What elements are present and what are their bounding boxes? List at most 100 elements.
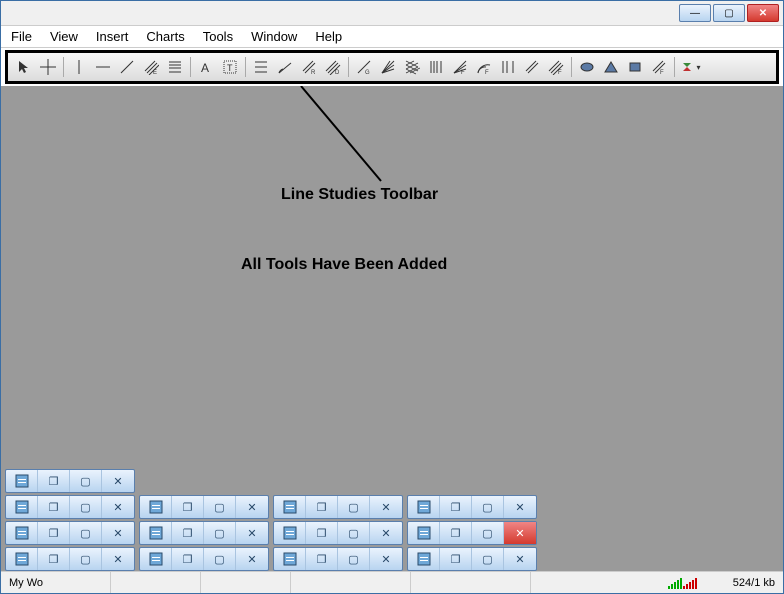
- child-maximize-button[interactable]: ▢: [204, 522, 236, 544]
- fibo-arc-tool[interactable]: F: [472, 56, 496, 78]
- child-maximize-button[interactable]: ▢: [204, 496, 236, 518]
- child-close-button[interactable]: ✕: [504, 548, 536, 570]
- child-maximize-button[interactable]: ▢: [70, 470, 102, 492]
- child-window[interactable]: ❐▢✕: [407, 547, 537, 571]
- child-window[interactable]: ❐▢✕: [407, 495, 537, 519]
- child-window[interactable]: ❐▢✕: [5, 521, 135, 545]
- child-window-icon[interactable]: [140, 548, 172, 570]
- child-close-button[interactable]: ✕: [370, 496, 402, 518]
- child-maximize-button[interactable]: ▢: [70, 548, 102, 570]
- child-window[interactable]: ❐▢✕: [139, 521, 269, 545]
- gann-line-tool[interactable]: G: [352, 56, 376, 78]
- child-close-button[interactable]: ✕: [370, 548, 402, 570]
- child-window[interactable]: ❐▢✕: [407, 521, 537, 545]
- child-restore-button[interactable]: ❐: [440, 548, 472, 570]
- child-window-icon[interactable]: [408, 548, 440, 570]
- text-tool[interactable]: A: [194, 56, 218, 78]
- andrews-pitchfork-tool[interactable]: F: [544, 56, 568, 78]
- child-maximize-button[interactable]: ▢: [472, 522, 504, 544]
- child-window-icon[interactable]: [6, 522, 38, 544]
- child-maximize-button[interactable]: ▢: [70, 496, 102, 518]
- maximize-button[interactable]: ▢: [713, 4, 745, 22]
- child-window[interactable]: ❐▢✕: [139, 547, 269, 571]
- child-restore-button[interactable]: ❐: [38, 522, 70, 544]
- triangle-tool[interactable]: [599, 56, 623, 78]
- child-restore-button[interactable]: ❐: [38, 470, 70, 492]
- fibo-fan-tool[interactable]: F: [448, 56, 472, 78]
- child-maximize-button[interactable]: ▢: [338, 548, 370, 570]
- child-maximize-button[interactable]: ▢: [472, 496, 504, 518]
- cycle-lines-tool[interactable]: [575, 56, 599, 78]
- child-window-icon[interactable]: [6, 496, 38, 518]
- horizontal-line-tool[interactable]: [91, 56, 115, 78]
- child-restore-button[interactable]: ❐: [440, 496, 472, 518]
- child-window-icon[interactable]: [408, 522, 440, 544]
- child-restore-button[interactable]: ❐: [306, 522, 338, 544]
- child-close-button[interactable]: ✕: [236, 548, 268, 570]
- vertical-line-tool[interactable]: [67, 56, 91, 78]
- child-window-icon[interactable]: [6, 470, 38, 492]
- child-close-button[interactable]: ✕: [102, 496, 134, 518]
- fibo-channel-tool[interactable]: [424, 56, 448, 78]
- child-window-icon[interactable]: [274, 548, 306, 570]
- cursor-tool[interactable]: [12, 56, 36, 78]
- fibo-time-zones-tool[interactable]: [520, 56, 544, 78]
- menu-tools[interactable]: Tools: [203, 29, 233, 44]
- child-window[interactable]: ❐▢✕: [273, 547, 403, 571]
- child-close-button[interactable]: ✕: [236, 496, 268, 518]
- child-window-icon[interactable]: [408, 496, 440, 518]
- child-close-button[interactable]: ✕: [102, 548, 134, 570]
- menu-view[interactable]: View: [50, 29, 78, 44]
- menu-file[interactable]: File: [11, 29, 32, 44]
- minimize-button[interactable]: —: [679, 4, 711, 22]
- child-window-icon[interactable]: [6, 548, 38, 570]
- child-close-button[interactable]: ✕: [370, 522, 402, 544]
- child-close-button[interactable]: ✕: [102, 522, 134, 544]
- child-maximize-button[interactable]: ▢: [338, 522, 370, 544]
- child-restore-button[interactable]: ❐: [306, 548, 338, 570]
- fibo-expansion-tool[interactable]: [496, 56, 520, 78]
- arrows-tool[interactable]: ▾: [678, 56, 702, 78]
- child-close-button[interactable]: ✕: [504, 522, 536, 544]
- child-window[interactable]: ❐▢✕: [273, 521, 403, 545]
- child-window-icon[interactable]: [274, 522, 306, 544]
- child-restore-button[interactable]: ❐: [172, 522, 204, 544]
- child-restore-button[interactable]: ❐: [38, 496, 70, 518]
- gann-grid-tool[interactable]: [400, 56, 424, 78]
- rectangle-tool[interactable]: [623, 56, 647, 78]
- trend-by-angle-tool[interactable]: [273, 56, 297, 78]
- child-window[interactable]: ❐▢✕: [273, 495, 403, 519]
- fibo-zone-tool[interactable]: F: [647, 56, 671, 78]
- trendline-tool[interactable]: [115, 56, 139, 78]
- child-maximize-button[interactable]: ▢: [472, 548, 504, 570]
- child-maximize-button[interactable]: ▢: [70, 522, 102, 544]
- child-window[interactable]: ❐▢✕: [5, 547, 135, 571]
- child-maximize-button[interactable]: ▢: [338, 496, 370, 518]
- child-restore-button[interactable]: ❐: [306, 496, 338, 518]
- close-button[interactable]: ✕: [747, 4, 779, 22]
- menu-charts[interactable]: Charts: [146, 29, 184, 44]
- fibo-retracement-tool[interactable]: [163, 56, 187, 78]
- child-window[interactable]: ❐▢✕: [139, 495, 269, 519]
- expand-channel-tool[interactable]: [249, 56, 273, 78]
- child-window[interactable]: ❐▢✕: [5, 469, 135, 493]
- equidistant-channel-tool[interactable]: E: [139, 56, 163, 78]
- std-deviation-tool[interactable]: D: [321, 56, 345, 78]
- child-restore-button[interactable]: ❐: [172, 548, 204, 570]
- child-maximize-button[interactable]: ▢: [204, 548, 236, 570]
- child-window-icon[interactable]: [140, 496, 172, 518]
- child-window-icon[interactable]: [274, 496, 306, 518]
- child-restore-button[interactable]: ❐: [172, 496, 204, 518]
- child-restore-button[interactable]: ❐: [38, 548, 70, 570]
- text-label-tool[interactable]: T: [218, 56, 242, 78]
- menu-help[interactable]: Help: [315, 29, 342, 44]
- child-close-button[interactable]: ✕: [504, 496, 536, 518]
- child-window[interactable]: ❐▢✕: [5, 495, 135, 519]
- linear-regression-tool[interactable]: R: [297, 56, 321, 78]
- menu-insert[interactable]: Insert: [96, 29, 129, 44]
- child-close-button[interactable]: ✕: [102, 470, 134, 492]
- menu-window[interactable]: Window: [251, 29, 297, 44]
- crosshair-tool[interactable]: [36, 56, 60, 78]
- child-restore-button[interactable]: ❐: [440, 522, 472, 544]
- child-window-icon[interactable]: [140, 522, 172, 544]
